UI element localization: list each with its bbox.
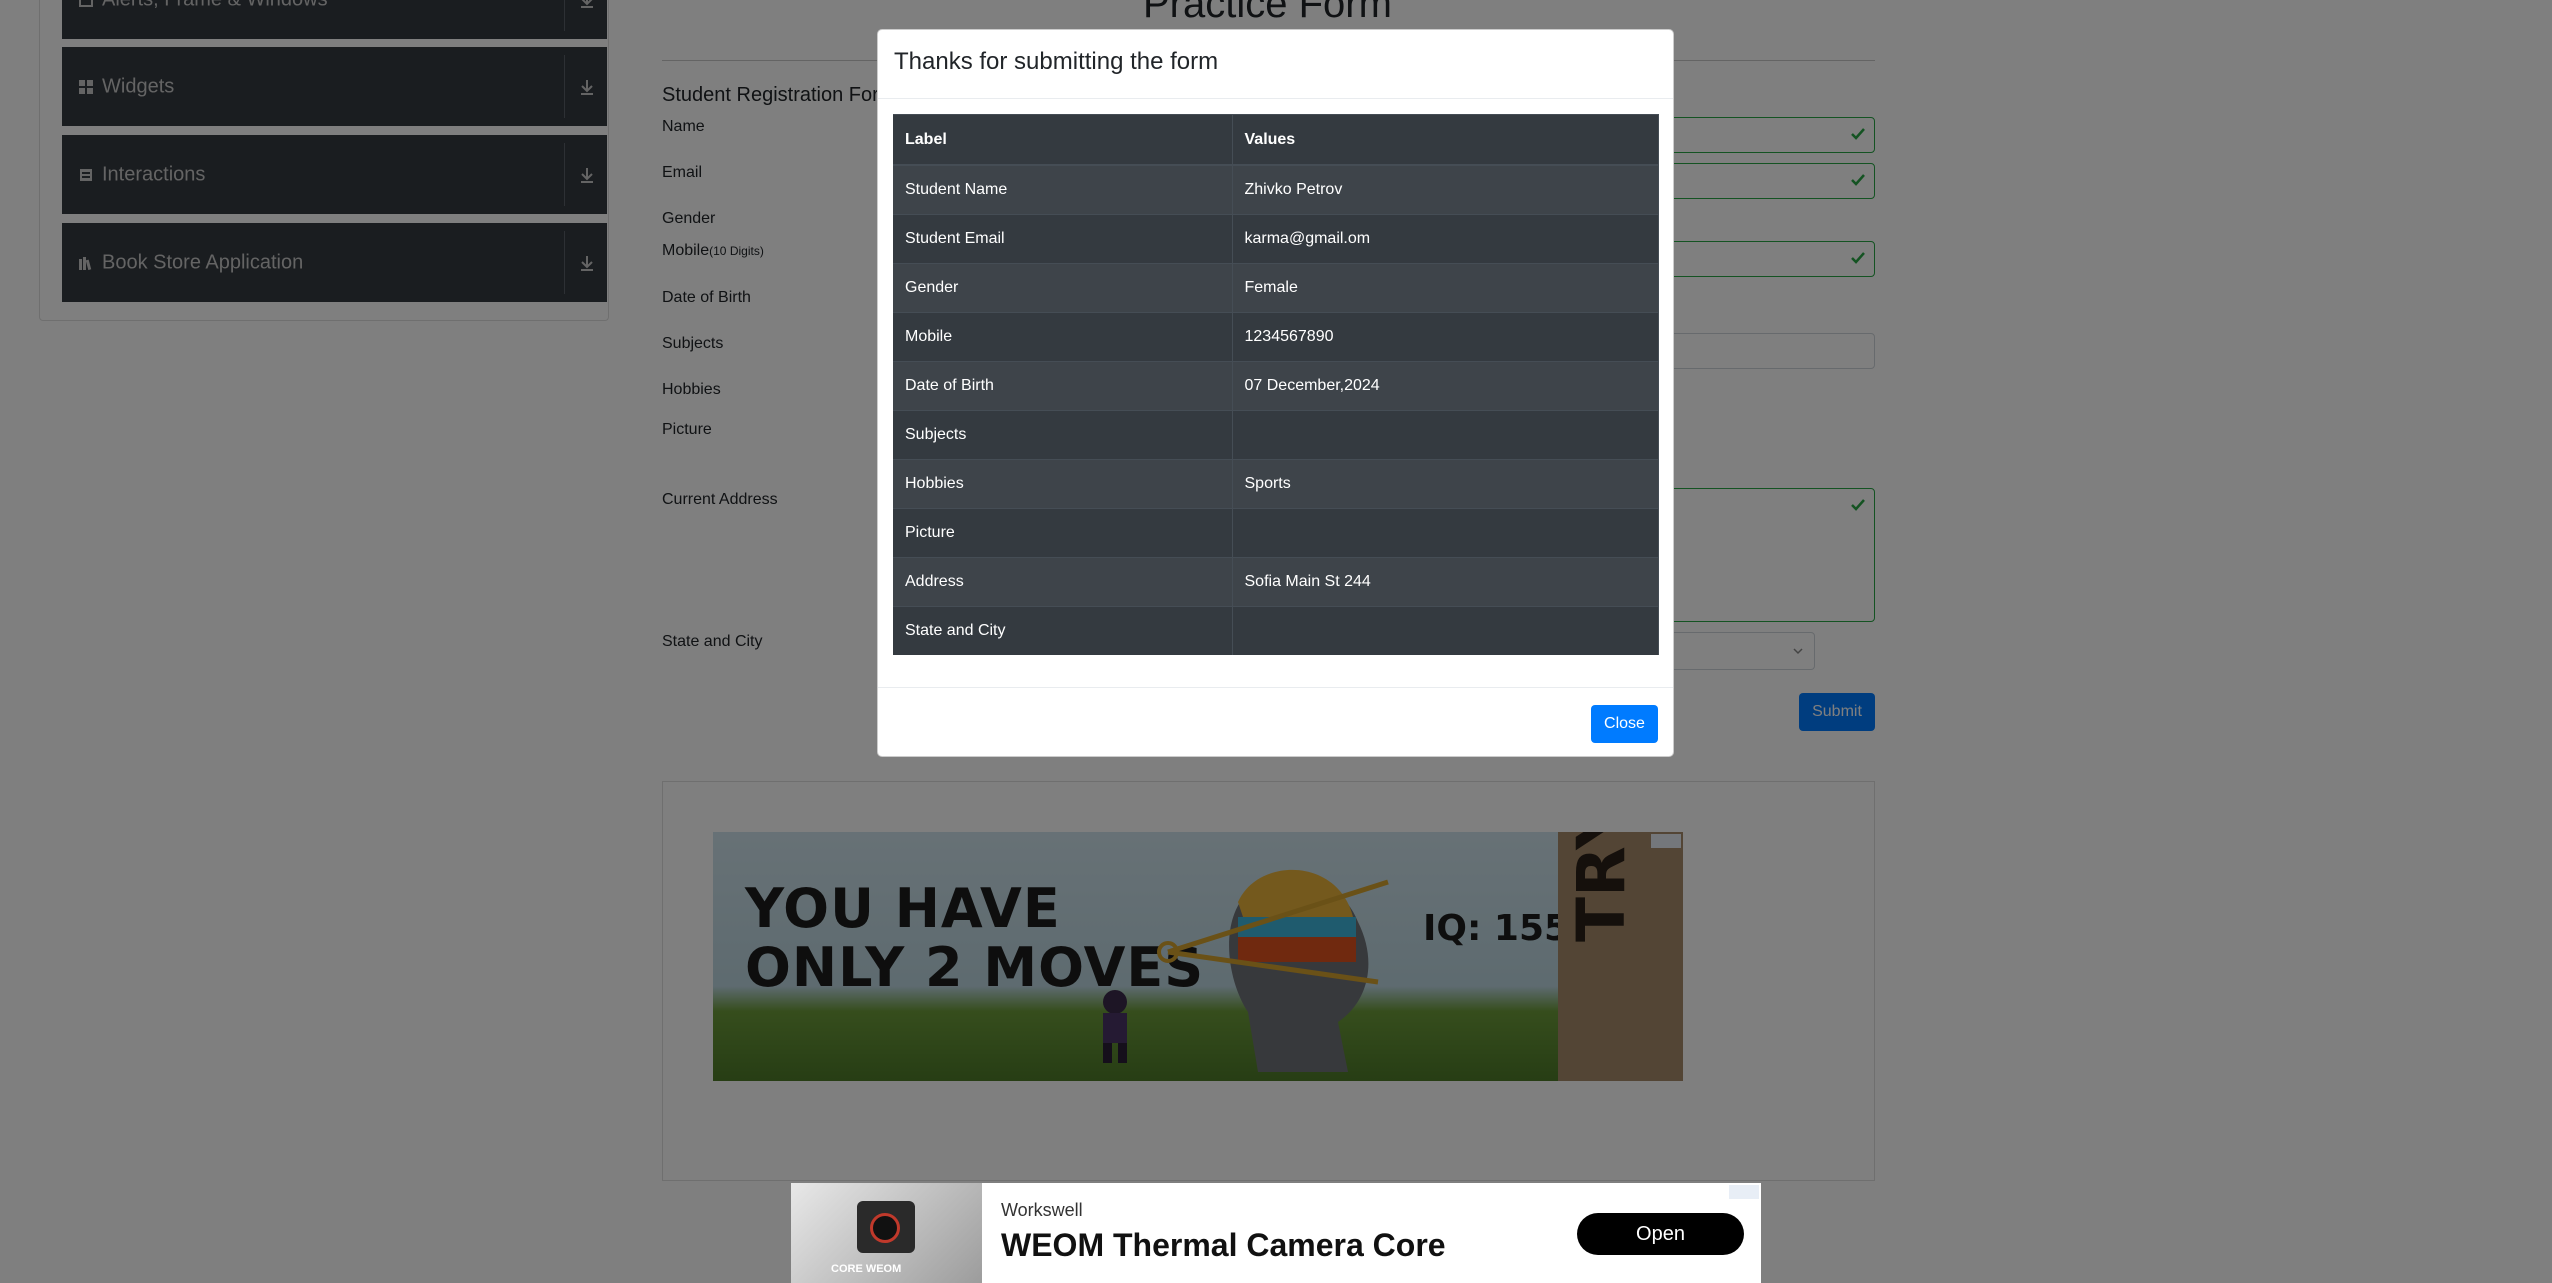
table-row: Hobbies Sports <box>893 459 1659 509</box>
table-header-row: Label Values <box>893 114 1659 166</box>
ad-brand: Workswell <box>1001 1200 1083 1220</box>
table-cell-value: 07 December,2024 <box>1232 361 1659 411</box>
table-cell-value: Zhivko Petrov <box>1232 164 1659 215</box>
table-header: Values <box>1232 114 1659 166</box>
table-row: State and City <box>893 606 1659 655</box>
table-cell-label: Picture <box>893 508 1233 558</box>
submission-table: Label Values Student Name Zhivko Petrov S… <box>893 114 1659 655</box>
close-button[interactable]: Close <box>1591 705 1658 743</box>
ad-headline: WEOM Thermal Camera Core <box>1001 1227 1446 1263</box>
camera-lens-image <box>870 1213 900 1243</box>
table-row: Student Email karma@gmail.om <box>893 214 1659 264</box>
table-cell-value: Sports <box>1232 459 1659 509</box>
table-cell-label: Gender <box>893 263 1233 313</box>
table-cell-label: Address <box>893 557 1233 607</box>
table-header: Label <box>893 114 1233 166</box>
table-row: Picture <box>893 508 1659 558</box>
table-cell-label: Date of Birth <box>893 361 1233 411</box>
table-cell-value: Sofia Main St 244 <box>1232 557 1659 607</box>
modal-footer: Close <box>878 687 1673 758</box>
table-cell-label: Hobbies <box>893 459 1233 509</box>
ad-open-button[interactable]: Open <box>1577 1213 1744 1255</box>
table-cell-label: Subjects <box>893 410 1233 460</box>
modal-title: Thanks for submitting the form <box>894 48 1219 75</box>
table-row: Address Sofia Main St 244 <box>893 557 1659 607</box>
table-cell-label: Mobile <box>893 312 1233 362</box>
table-cell-value <box>1232 508 1659 558</box>
thumbnail-caption: CORE WEOM <box>831 1263 902 1275</box>
table-cell-label: State and City <box>893 606 1233 655</box>
ad-close-icon[interactable] <box>1729 1185 1759 1199</box>
table-cell-value: karma@gmail.om <box>1232 214 1659 264</box>
table-cell-label: Student Name <box>893 164 1233 215</box>
table-cell-value <box>1232 410 1659 460</box>
submission-modal: Thanks for submitting the form Label Val… <box>877 29 1674 757</box>
bottom-ad-banner[interactable]: CORE WEOM Workswell WEOM Thermal Camera … <box>791 1183 1761 1283</box>
table-row: Student Name Zhivko Petrov <box>893 164 1659 215</box>
table-cell-value: Female <box>1232 263 1659 313</box>
modal-header: Thanks for submitting the form <box>878 30 1673 99</box>
table-row: Gender Female <box>893 263 1659 313</box>
table-row: Date of Birth 07 December,2024 <box>893 361 1659 411</box>
table-row: Subjects <box>893 410 1659 460</box>
table-cell-value: 1234567890 <box>1232 312 1659 362</box>
table-cell-value <box>1232 606 1659 655</box>
table-row: Mobile 1234567890 <box>893 312 1659 362</box>
table-cell-label: Student Email <box>893 214 1233 264</box>
